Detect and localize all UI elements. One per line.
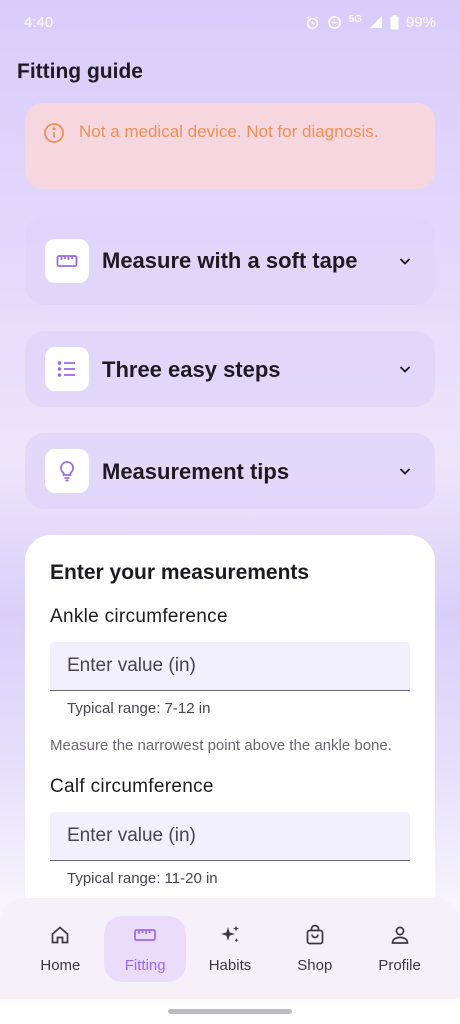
nav-label-shop: Shop — [297, 956, 333, 974]
battery-icon — [390, 14, 399, 30]
accordion-three-easy-steps[interactable]: Three easy steps — [25, 331, 435, 407]
accordion-measure-soft-tape[interactable]: Measure with a soft tape — [25, 216, 435, 305]
chevron-down-icon[interactable] — [397, 361, 413, 377]
form-title: Enter your measurements — [50, 561, 310, 584]
medical-disclaimer-banner: Not a medical device. Not for diagnosis. — [25, 103, 435, 189]
lightbulb-icon — [45, 449, 89, 493]
calf-label: Calf circumference — [50, 776, 214, 797]
bottom-nav: Home Fitting Habits Shop Profile — [0, 898, 460, 999]
nav-habits[interactable]: Habits — [189, 916, 271, 982]
status-icons: 5G 99% — [305, 14, 436, 31]
measurements-card: Enter your measurements Ankle circumfere… — [25, 535, 435, 935]
ankle-input[interactable] — [67, 655, 393, 677]
page-title: Fitting guide — [17, 60, 143, 83]
battery-percent: 99% — [405, 13, 436, 31]
nav-label-fitting: Fitting — [124, 956, 166, 974]
nav-label-habits: Habits — [208, 956, 252, 974]
accordion-label: Measure with a soft tape — [102, 248, 358, 273]
calf-hint: Typical range: 11-20 in — [67, 870, 218, 887]
ruler-icon — [45, 238, 89, 283]
ruler-icon — [133, 924, 157, 951]
shopping-bag-icon — [304, 924, 326, 951]
calf-input-container — [50, 812, 410, 861]
person-icon — [389, 924, 411, 951]
calf-input[interactable] — [67, 825, 393, 847]
status-bar: 4:40 5G 99% — [0, 0, 460, 44]
ankle-hint: Typical range: 7-12 in — [67, 700, 211, 717]
info-icon — [43, 122, 65, 144]
home-indicator[interactable] — [168, 1009, 292, 1014]
nav-label-home: Home — [40, 956, 81, 974]
list-icon — [45, 347, 89, 391]
status-time: 4:40 — [24, 13, 54, 31]
alarm-icon — [305, 15, 320, 30]
signal-icon — [369, 15, 383, 29]
network-type: 5G — [348, 13, 362, 25]
home-icon — [49, 924, 71, 951]
accordion-label: Measurement tips — [102, 458, 290, 484]
ankle-label: Ankle circumference — [50, 606, 228, 627]
chevron-down-icon[interactable] — [397, 253, 413, 269]
ankle-description: Measure the narrowest point above the an… — [50, 737, 392, 754]
disclaimer-text: Not a medical device. Not for diagnosis. — [79, 122, 379, 141]
ankle-input-container — [50, 642, 410, 691]
dnd-icon — [327, 15, 342, 30]
nav-home[interactable]: Home — [19, 916, 101, 982]
nav-profile[interactable]: Profile — [359, 916, 441, 982]
nav-fitting[interactable]: Fitting — [104, 915, 187, 982]
accordion-measurement-tips[interactable]: Measurement tips — [25, 433, 435, 509]
nav-shop[interactable]: Shop — [274, 916, 356, 982]
accordion-label: Three easy steps — [102, 356, 281, 382]
sparkle-icon — [219, 924, 241, 951]
nav-label-profile: Profile — [378, 956, 421, 974]
chevron-down-icon[interactable] — [397, 463, 413, 479]
